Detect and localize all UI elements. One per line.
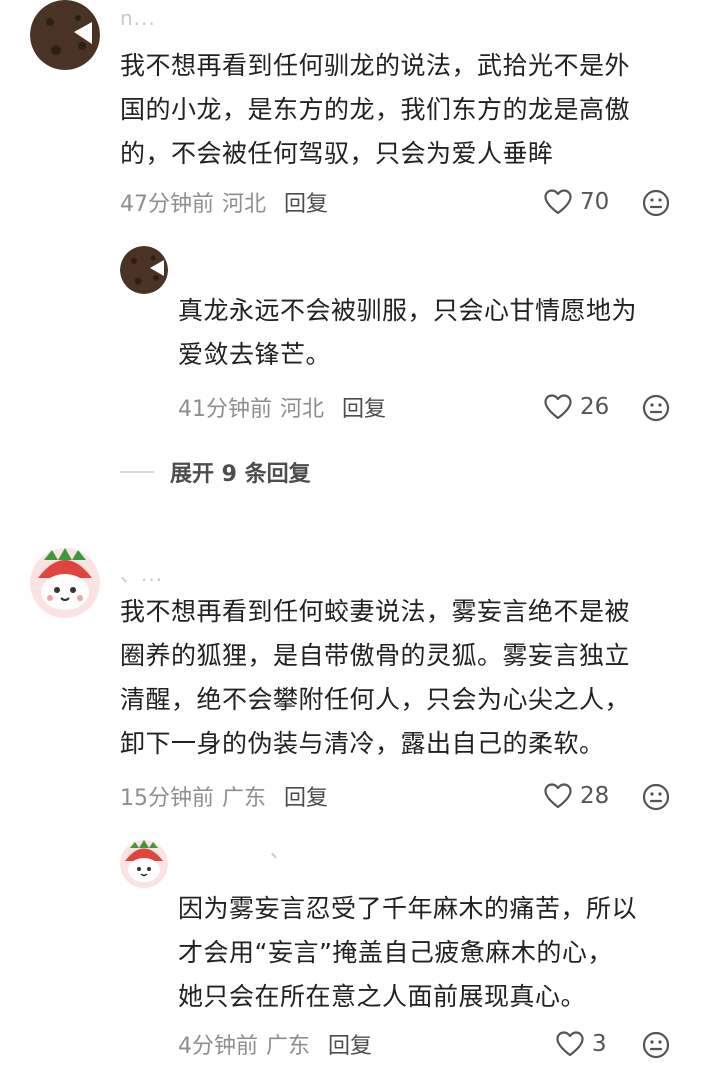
heart-outline-icon xyxy=(556,1031,584,1057)
comment-line: 真龙永远不会被驯服，只会心甘情愿地为 xyxy=(178,296,638,325)
comment-line: 因为雾妄言忍受了千年麻木的痛苦，所以 xyxy=(178,894,638,923)
reply-meta: 4分钟前 广东 回复 xyxy=(178,1028,372,1060)
reply-avatar[interactable] xyxy=(120,246,168,294)
reply-button[interactable]: 回复 xyxy=(342,391,386,423)
like-button[interactable]: 70 xyxy=(544,186,609,218)
timestamp: 41分钟前 xyxy=(178,397,272,422)
comment-line: 我不想再看到任何驯龙的说法，武拾光不是外 xyxy=(120,51,631,80)
username[interactable]: 、... xyxy=(120,558,163,587)
comment-line: 爱敛去锋芒。 xyxy=(178,340,332,369)
location: 河北 xyxy=(222,192,267,217)
neutral-face-icon[interactable] xyxy=(642,1031,670,1059)
location: 广东 xyxy=(266,1034,311,1059)
timestamp: 15分钟前 xyxy=(120,786,214,811)
comment-line: 圈养的狐狸，是自带傲骨的灵狐。雾妄言独立 xyxy=(120,641,631,670)
expand-replies-label: 展开 9 条回复 xyxy=(170,462,311,487)
like-button[interactable]: 26 xyxy=(544,391,609,423)
neutral-face-icon[interactable] xyxy=(642,394,670,422)
reply-text: 真龙永远不会被驯服，只会心甘情愿地为 爱敛去锋芒。 xyxy=(178,289,637,377)
location: 广东 xyxy=(222,786,267,811)
avatar[interactable] xyxy=(30,548,100,618)
reply-username[interactable]: 、 xyxy=(270,834,291,863)
reply-button[interactable]: 回复 xyxy=(284,780,328,812)
location: 河北 xyxy=(280,397,325,422)
reply-avatar[interactable] xyxy=(120,840,168,888)
divider xyxy=(120,471,154,473)
heart-outline-icon xyxy=(544,783,572,809)
neutral-face-icon[interactable] xyxy=(642,783,670,811)
like-count: 28 xyxy=(580,783,610,809)
reply-button[interactable]: 回复 xyxy=(284,186,328,218)
comment-meta: 15分钟前 广东 回复 xyxy=(120,780,328,812)
like-count: 3 xyxy=(592,1031,607,1057)
timestamp: 4分钟前 xyxy=(178,1034,258,1059)
comment-text: 我不想再看到任何蛟妻说法，雾妄言绝不是被 圈养的狐狸，是自带傲骨的灵狐。雾妄言独… xyxy=(120,590,630,766)
username[interactable]: n... xyxy=(120,6,156,30)
like-button[interactable]: 3 xyxy=(556,1028,607,1060)
comment-line: 她只会在所在意之人面前展现真心。 xyxy=(178,982,587,1011)
reply-button[interactable]: 回复 xyxy=(328,1028,372,1060)
timestamp: 47分钟前 xyxy=(120,192,214,217)
heart-outline-icon xyxy=(544,394,572,420)
expand-replies-button[interactable]: 展开 9 条回复 xyxy=(120,456,311,488)
heart-outline-icon xyxy=(544,189,572,215)
comment-line: 才会用“妄言”掩盖自己疲惫麻木的心， xyxy=(178,938,613,967)
reply-meta: 41分钟前 河北 回复 xyxy=(178,391,386,423)
comment-text: 我不想再看到任何驯龙的说法，武拾光不是外 国的小龙，是东方的龙，我们东方的龙是高… xyxy=(120,44,630,176)
reply-text: 因为雾妄言忍受了千年麻木的痛苦，所以 才会用“妄言”掩盖自己疲惫麻木的心， 她只… xyxy=(178,887,637,1019)
comment-line: 清醒，绝不会攀附任何人，只会为心尖之人， xyxy=(120,685,631,714)
avatar[interactable] xyxy=(30,0,100,70)
comment-line: 的，不会被任何驾驭，只会为爱人垂眸 xyxy=(120,139,554,168)
like-button[interactable]: 28 xyxy=(544,780,609,812)
neutral-face-icon[interactable] xyxy=(642,189,670,217)
comment-line: 我不想再看到任何蛟妻说法，雾妄言绝不是被 xyxy=(120,597,631,626)
comment-line: 卸下一身的伪装与清冷，露出自己的柔软。 xyxy=(120,729,605,758)
comment-line: 国的小龙，是东方的龙，我们东方的龙是高傲 xyxy=(120,95,631,124)
like-count: 70 xyxy=(580,189,610,215)
like-count: 26 xyxy=(580,394,610,420)
comment-meta: 47分钟前 河北 回复 xyxy=(120,186,328,218)
